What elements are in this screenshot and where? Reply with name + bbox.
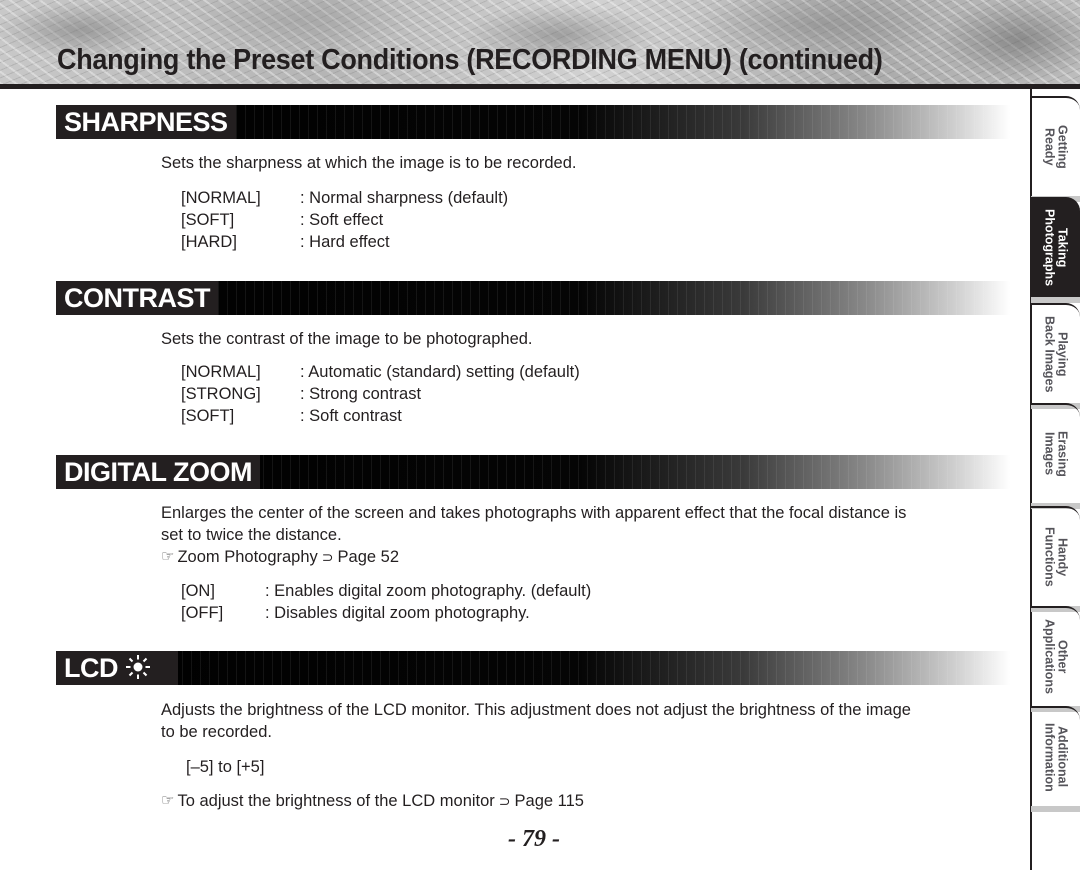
section-title: SHARPNESS <box>56 105 236 139</box>
side-tab[interactable]: Taking Photographs <box>1031 197 1080 303</box>
description-line: to be recorded. <box>161 723 272 741</box>
section-title: CONTRAST <box>56 281 218 315</box>
option-value: : Hard effect <box>300 233 390 251</box>
option-value: : Soft effect <box>300 211 384 229</box>
option-key: [NORMAL] <box>181 189 261 207</box>
option-key: [SOFT] <box>181 211 235 229</box>
option-value: : Soft contrast <box>300 407 402 425</box>
option-row: [STRONG] : Strong contrast <box>181 383 580 405</box>
zoom-photography-reference[interactable]: ☞ Zoom Photography ⊃ Page 52 <box>161 546 399 568</box>
side-tab[interactable]: Playing Back Images <box>1031 303 1080 409</box>
option-key: [SOFT] <box>181 407 235 425</box>
side-tab[interactable]: Getting Ready <box>1031 96 1080 202</box>
option-row: [NORMAL] : Normal sharpness (default) <box>181 187 508 209</box>
sharpness-description: Sets the sharpness at which the image is… <box>161 154 577 172</box>
page-number: - 79 - <box>508 826 560 852</box>
side-tab-label: Handy Functions <box>1042 527 1070 587</box>
pointing-hand-icon: ☞ <box>161 548 175 565</box>
header-rule <box>0 84 1080 89</box>
description-line: Enlarges the center of the screen and ta… <box>161 504 907 522</box>
option-key: [NORMAL] <box>181 363 261 381</box>
section-title: DIGITAL ZOOM <box>56 455 260 489</box>
section-header-sharpness: SHARPNESS <box>56 105 1010 139</box>
side-tab-label: Getting Ready <box>1042 125 1070 169</box>
section-header-digital-zoom: DIGITAL ZOOM <box>56 455 1010 489</box>
side-tab[interactable]: Additional Information <box>1031 706 1080 812</box>
section-title: LCD <box>56 651 178 685</box>
option-row: [SOFT] : Soft effect <box>181 209 508 231</box>
pointing-hand-icon: ☞ <box>161 792 175 809</box>
option-key: [OFF] <box>181 604 224 622</box>
page-title: Changing the Preset Conditions (RECORDIN… <box>57 44 883 76</box>
page-arrow-icon: ⊃ <box>321 549 334 565</box>
lcd-range: [–5] to [+5] <box>186 758 265 776</box>
option-key: [STRONG] <box>181 385 261 403</box>
option-key: [HARD] <box>181 233 237 251</box>
header-banner: Changing the Preset Conditions (RECORDIN… <box>0 0 1080 84</box>
option-row: [NORMAL] : Automatic (standard) setting (… <box>181 361 580 383</box>
section-header-contrast: CONTRAST <box>56 281 1010 315</box>
option-value: : Automatic (standard) setting (default) <box>300 363 580 381</box>
side-tab-label: Additional Information <box>1042 722 1070 792</box>
description-line: Adjusts the brightness of the LCD monito… <box>161 701 911 719</box>
option-key: [ON] <box>181 582 215 600</box>
sharpness-options: [NORMAL] : Normal sharpness (default) [SO… <box>181 187 508 253</box>
side-tab[interactable]: Erasing Images <box>1031 403 1080 509</box>
reference-page[interactable]: Page 115 <box>515 790 584 812</box>
option-value: : Normal sharpness (default) <box>300 189 509 207</box>
digital-zoom-options: [ON] : Enables digital zoom photography. … <box>181 580 591 624</box>
reference-page[interactable]: Page 52 <box>338 546 399 568</box>
lcd-description: Adjusts the brightness of the LCD monito… <box>161 699 911 743</box>
lcd-brightness-reference[interactable]: ☞ To adjust the brightness of the LCD mo… <box>161 790 584 812</box>
section-title-text: LCD <box>64 653 119 683</box>
option-row: [OFF] : Disables digital zoom photography… <box>181 602 591 624</box>
reference-text: Zoom Photography <box>177 548 318 566</box>
contrast-options: [NORMAL] : Automatic (standard) setting (… <box>181 361 580 427</box>
description-line: set to twice the distance. <box>161 526 342 544</box>
digital-zoom-description: Enlarges the center of the screen and ta… <box>161 502 906 546</box>
page-arrow-icon: ⊃ <box>498 793 511 809</box>
option-value: : Strong contrast <box>300 385 422 403</box>
contrast-description: Sets the contrast of the image to be pho… <box>161 330 533 348</box>
option-value: : Enables digital zoom photography. (def… <box>265 582 592 600</box>
brightness-sun-icon <box>126 653 150 687</box>
option-row: [SOFT] : Soft contrast <box>181 405 580 427</box>
option-row: [ON] : Enables digital zoom photography. … <box>181 580 591 602</box>
section-header-lcd: LCD <box>56 651 1010 685</box>
reference-text: To adjust the brightness of the LCD moni… <box>177 792 495 810</box>
side-tab-label: Other Applications <box>1042 619 1070 695</box>
option-value: : Disables digital zoom photography. <box>265 604 530 622</box>
side-tab[interactable]: Other Applications <box>1031 606 1080 712</box>
side-tab-label: Erasing Images <box>1042 431 1070 477</box>
side-tab[interactable]: Handy Functions <box>1031 506 1080 612</box>
side-tab-label: Taking Photographs <box>1042 209 1070 287</box>
option-row: [HARD] : Hard effect <box>181 231 508 253</box>
side-tab-label: Playing Back Images <box>1042 315 1070 393</box>
